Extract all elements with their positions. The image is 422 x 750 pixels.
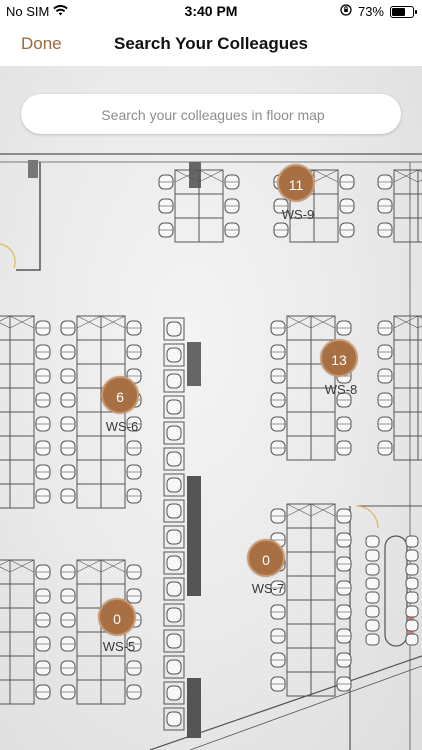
- status-right: 73%: [340, 4, 417, 19]
- workstation-label: WS-6: [105, 419, 139, 434]
- workstation-pin[interactable]: 6: [101, 376, 139, 414]
- battery-icon: [390, 5, 417, 18]
- workstation-pin[interactable]: 11: [277, 164, 315, 202]
- battery-percent: 73%: [357, 4, 384, 19]
- workstation-label: WS-5: [102, 639, 136, 654]
- status-bar: No SIM 3:40 PM 73%: [0, 0, 422, 22]
- workstation-pin[interactable]: 13: [320, 339, 358, 377]
- workstation-pin[interactable]: 0: [98, 598, 136, 636]
- floor-map[interactable]: 11 WS-9 13 WS-8 6 WS-6 0 WS-7 0 WS-5: [0, 66, 422, 750]
- search-bar[interactable]: [21, 94, 405, 136]
- navigation-bar: Done Search Your Colleagues: [0, 22, 422, 67]
- search-input[interactable]: [21, 94, 405, 136]
- orientation-lock-icon: [340, 4, 352, 19]
- workstation-label: WS-8: [324, 382, 358, 397]
- workstation-label: WS-7: [251, 581, 285, 596]
- page-title: Search Your Colleagues: [114, 34, 308, 53]
- floor-plan-drawing: [0, 153, 422, 750]
- workstation-label: WS-9: [281, 207, 315, 222]
- workstation-pin[interactable]: 0: [247, 539, 285, 577]
